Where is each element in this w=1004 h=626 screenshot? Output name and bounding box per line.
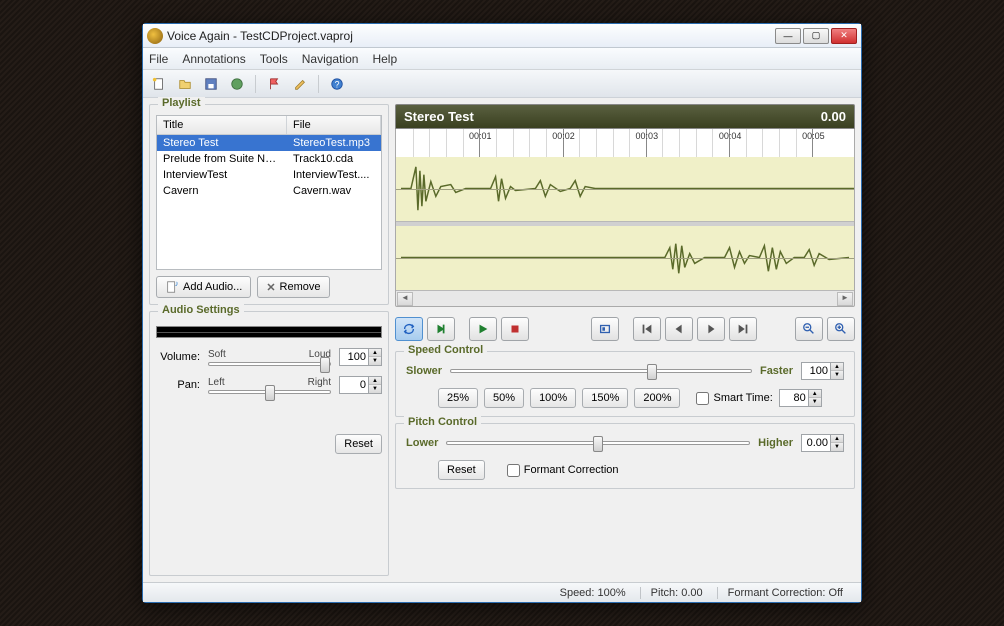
menu-annotations[interactable]: Annotations [182,52,245,66]
waveform-left[interactable] [396,157,854,222]
volume-spinner[interactable]: ▲▼ [339,348,382,366]
speed-200[interactable]: 200% [634,388,680,408]
pitch-control-group: Pitch Control Lower Higher ▲▼ Reset Form… [395,423,855,489]
speed-50[interactable]: 50% [484,388,524,408]
col-file[interactable]: File [287,116,381,134]
now-playing-title: Stereo Test [404,109,474,124]
menu-help[interactable]: Help [372,52,397,66]
speed-150[interactable]: 150% [582,388,628,408]
web-icon[interactable] [227,74,247,94]
pan-spinner[interactable]: ▲▼ [339,376,382,394]
svg-text:♪: ♪ [175,280,179,288]
menu-tools[interactable]: Tools [260,52,288,66]
formant-checkbox[interactable]: Formant Correction [507,464,619,477]
save-project-icon[interactable] [201,74,221,94]
pitch-slider[interactable] [446,441,750,445]
speed-100[interactable]: 100% [530,388,576,408]
app-icon [147,28,163,44]
faster-label: Faster [760,365,793,377]
slower-label: Slower [406,365,442,377]
play-button[interactable] [469,317,497,341]
smart-time-checkbox[interactable]: Smart Time: [696,392,772,405]
audio-settings-label: Audio Settings [158,304,244,316]
maximize-button[interactable]: ▢ [803,28,829,44]
app-window: Voice Again - TestCDProject.vaproj — ▢ ✕… [142,23,862,603]
pan-label: Pan: [156,379,200,391]
now-playing-time: 0.00 [821,109,846,124]
skip-end-button[interactable] [729,317,757,341]
stop-button[interactable] [501,317,529,341]
waveform-panel: Stereo Test 0.00 00:0100:0200:0300:0400:… [395,104,855,307]
status-speed: Speed: 100% [550,587,636,599]
playlist-table[interactable]: Title File Stereo TestStereoTest.mp3Prel… [156,115,382,270]
playlist-row[interactable]: Prelude from Suite No.1...Track10.cda [157,151,381,167]
waveform-right[interactable] [396,226,854,291]
set-loop-button[interactable] [591,317,619,341]
now-playing-header: Stereo Test 0.00 [395,104,855,129]
volume-slider[interactable] [208,362,331,366]
speed-label: Speed Control [404,344,487,356]
playlist-group: Playlist Title File Stereo TestStereoTes… [149,104,389,305]
menubar: File Annotations Tools Navigation Help [143,48,861,70]
next-button[interactable] [697,317,725,341]
titlebar[interactable]: Voice Again - TestCDProject.vaproj — ▢ ✕ [143,24,861,48]
remove-button[interactable]: ✕ Remove [257,276,329,298]
loop-button[interactable] [395,317,423,341]
annotation-flag-icon[interactable] [264,74,284,94]
lower-label: Lower [406,437,438,449]
playlist-row[interactable]: Stereo TestStereoTest.mp3 [157,135,381,151]
playlist-row[interactable]: InterviewTestInterviewTest.... [157,167,381,183]
timeline-ruler[interactable]: 00:0100:0200:0300:0400:05 [395,129,855,157]
playlist-row[interactable]: CavernCavern.wav [157,183,381,199]
prev-button[interactable] [665,317,693,341]
smart-time-spinner[interactable]: ▲▼ [779,389,822,407]
menu-file[interactable]: File [149,52,168,66]
higher-label: Higher [758,437,793,449]
help-icon[interactable]: ? [327,74,347,94]
audio-reset-button[interactable]: Reset [335,434,382,454]
play-loop-button[interactable] [427,317,455,341]
skip-start-button[interactable] [633,317,661,341]
pitch-reset-button[interactable]: Reset [438,460,485,480]
minimize-button[interactable]: — [775,28,801,44]
menu-navigation[interactable]: Navigation [302,52,359,66]
zoom-in-button[interactable] [827,317,855,341]
add-audio-button[interactable]: ♪ Add Audio... [156,276,251,298]
audio-settings-group: Audio Settings Volume: SoftLoud ▲▼ Pan: … [149,311,389,576]
pitch-spinner[interactable]: ▲▼ [801,434,844,452]
speed-25[interactable]: 25% [438,388,478,408]
volume-label: Volume: [156,351,200,363]
status-bar: Speed: 100% Pitch: 0.00 Formant Correcti… [143,582,861,602]
waveform-scrollbar[interactable]: ◄► [395,291,855,307]
window-title: Voice Again - TestCDProject.vaproj [167,29,775,43]
speed-control-group: Speed Control Slower Faster ▲▼ 25% 50% 1… [395,351,855,417]
status-formant: Formant Correction: Off [717,587,853,599]
toolbar: ? [143,70,861,98]
close-button[interactable]: ✕ [831,28,857,44]
speed-spinner[interactable]: ▲▼ [801,362,844,380]
speed-slider[interactable] [450,369,752,373]
playlist-label: Playlist [158,97,205,109]
transport-bar [395,313,855,345]
zoom-out-button[interactable] [795,317,823,341]
vu-meter [156,326,382,338]
open-project-icon[interactable] [175,74,195,94]
annotation-edit-icon[interactable] [290,74,310,94]
pitch-label: Pitch Control [404,416,481,428]
col-title[interactable]: Title [157,116,287,134]
new-project-icon[interactable] [149,74,169,94]
status-pitch: Pitch: 0.00 [640,587,713,599]
svg-text:?: ? [335,79,340,89]
pan-slider[interactable] [208,390,331,394]
